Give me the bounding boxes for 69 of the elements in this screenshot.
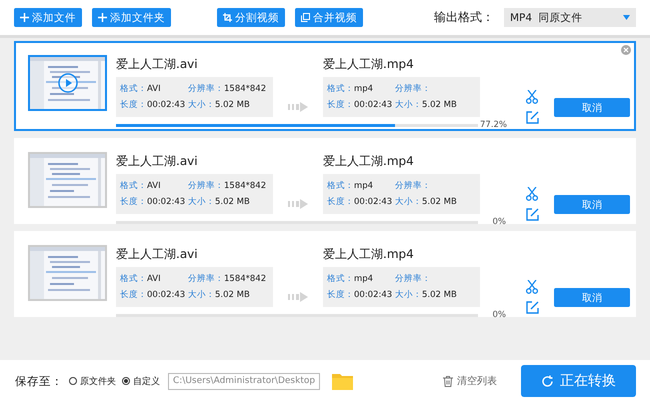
info-field: 格式：mp4 [327, 273, 395, 285]
convert-button[interactable]: 正在转换 [521, 365, 636, 397]
task-card[interactable]: 爱上人工湖.avi 格式：AVI 分辨率：1584*842 长度：00:02:43 大小：5.02 MB 爱上人工湖.mp4 格式：mp4 分辨率： 长度：00:02:43 大小：5.02 MB 77.2% 取消 [14, 41, 636, 131]
copy-icon [301, 13, 310, 22]
format-dropdown[interactable]: MP4 同原文件 [504, 8, 636, 27]
edit-icon[interactable] [526, 111, 539, 124]
plus-icon [98, 13, 107, 22]
info-field: 大小：5.02 MB [395, 99, 483, 111]
target-file-name: 爱上人工湖.mp4 [323, 153, 415, 170]
plus-icon [20, 13, 29, 22]
source-file-name: 爱上人工湖.avi [116, 56, 199, 73]
info-field: 分辨率： [395, 273, 483, 285]
scissors-icon[interactable] [526, 90, 538, 104]
source-file-name: 爱上人工湖.avi [116, 153, 199, 170]
info-field: 大小：5.02 MB [188, 289, 276, 301]
save-to-label: 保存至： [15, 374, 63, 388]
arrow-icon [288, 199, 308, 209]
refresh-icon [541, 374, 554, 388]
source-file-name: 爱上人工湖.avi [116, 246, 199, 263]
info-field: 大小：5.02 MB [395, 196, 483, 208]
output-format-label: 输出格式： [434, 9, 494, 26]
close-icon[interactable] [621, 45, 631, 55]
progress-percent: 0% [492, 217, 506, 227]
path-field[interactable]: C:\Users\Administrator\Desktop [168, 372, 320, 390]
info-field: 分辨率： [395, 83, 483, 95]
toolbar-button[interactable]: 分割视频 [217, 8, 285, 27]
info-field: 长度：00:02:43 [327, 289, 395, 301]
info-field: 长度：00:02:43 [120, 196, 188, 208]
arrow-icon [288, 102, 308, 112]
info-field: 格式：mp4 [327, 180, 395, 192]
info-field: 长度：00:02:43 [327, 99, 395, 111]
radio-option[interactable]: 原文件夹 [69, 374, 116, 388]
info-field: 格式：mp4 [327, 83, 395, 95]
trash-icon [443, 376, 453, 386]
target-file-name: 爱上人工湖.mp4 [323, 56, 415, 73]
info-field: 格式：AVI [120, 273, 188, 285]
info-field: 大小：5.02 MB [188, 196, 276, 208]
toolbar-button[interactable]: 合并视频 [295, 8, 363, 27]
info-field: 长度：00:02:43 [327, 196, 395, 208]
caret-icon [623, 15, 630, 20]
toolbar-button[interactable]: 添加文件夹 [92, 8, 171, 27]
target-file-name: 爱上人工湖.mp4 [323, 246, 415, 263]
progress-percent: 0% [492, 310, 506, 320]
info-field: 长度：00:02:43 [120, 289, 188, 301]
scissors-icon[interactable] [526, 187, 538, 201]
info-field: 大小：5.02 MB [395, 289, 483, 301]
info-field: 大小：5.02 MB [188, 99, 276, 111]
cancel-button[interactable]: 取消 [554, 98, 630, 117]
info-field: 分辨率：1584*842 [188, 180, 276, 192]
task-card[interactable]: 爱上人工湖.avi 格式：AVI 分辨率：1584*842 长度：00:02:43 大小：5.02 MB 爱上人工湖.mp4 格式：mp4 分辨率： 长度：00:02:43 大小：5.02 MB 0% 取消 [14, 231, 636, 317]
info-field: 分辨率： [395, 180, 483, 192]
progress-percent: 77.2% [480, 120, 506, 130]
radio-option[interactable]: 自定义 [122, 374, 160, 388]
info-field: 分辨率：1584*842 [188, 273, 276, 285]
cancel-button[interactable]: 取消 [554, 195, 630, 214]
edit-icon[interactable] [526, 208, 539, 221]
edit-icon[interactable] [526, 301, 539, 314]
toolbar-button[interactable]: 添加文件 [14, 8, 82, 27]
info-field: 分辨率：1584*842 [188, 83, 276, 95]
play-icon[interactable] [58, 73, 78, 93]
info-field: 格式：AVI [120, 83, 188, 95]
arrow-icon [288, 292, 308, 302]
scissors-icon[interactable] [526, 280, 538, 294]
info-field: 长度：00:02:43 [120, 99, 188, 111]
clear-list-button[interactable]: 清空列表 [443, 374, 497, 388]
info-field: 格式：AVI [120, 180, 188, 192]
task-card[interactable]: 爱上人工湖.avi 格式：AVI 分辨率：1584*842 长度：00:02:43 大小：5.02 MB 爱上人工湖.mp4 格式：mp4 分辨率： 长度：00:02:43 大小：5.02 MB 0% 取消 [14, 138, 636, 224]
cancel-button[interactable]: 取消 [554, 288, 630, 307]
crop-icon [223, 13, 232, 22]
